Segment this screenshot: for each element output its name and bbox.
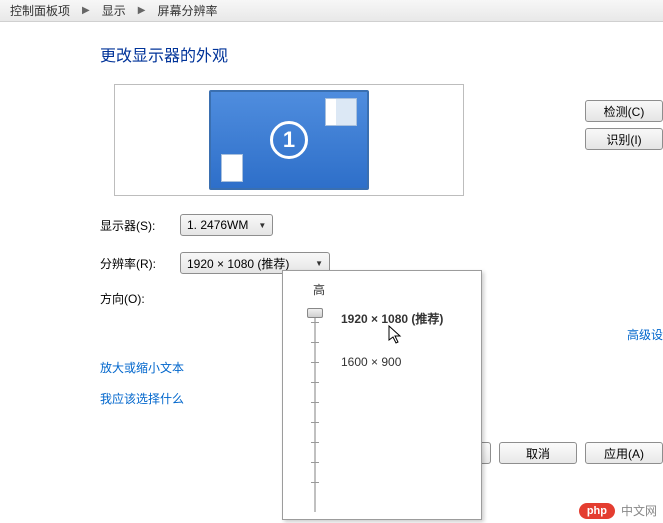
cursor-icon xyxy=(388,325,404,348)
breadcrumb-item[interactable]: 屏幕分辨率 xyxy=(151,2,223,19)
resolution-select-value: 1920 × 1080 (推荐) xyxy=(187,255,289,272)
window-icon xyxy=(221,154,243,182)
page-title: 更改显示器的外观 xyxy=(100,42,663,66)
monitor-select[interactable]: 1. 2476WM ▼ xyxy=(180,214,273,236)
chevron-right-icon: ▶ xyxy=(76,5,96,16)
window-icon xyxy=(325,98,357,126)
cancel-button[interactable]: 取消 xyxy=(499,442,577,464)
resolution-dropdown-panel: 高 1920 × 1080 (推荐) 1600 × 900 xyxy=(282,270,482,520)
breadcrumb-item[interactable]: 显示 xyxy=(96,2,132,19)
monitor-display[interactable]: 1 xyxy=(209,90,369,190)
detect-button[interactable]: 检测(C) xyxy=(585,100,663,122)
monitor-preview-area[interactable]: 1 xyxy=(114,84,464,196)
apply-button[interactable]: 应用(A) xyxy=(585,442,663,464)
watermark-text: 中文网 xyxy=(621,502,657,519)
resolution-option[interactable]: 1600 × 900 xyxy=(341,353,443,371)
chevron-down-icon: ▼ xyxy=(315,259,323,268)
slider-high-label: 高 xyxy=(313,281,469,298)
watermark: php 中文网 xyxy=(579,502,657,519)
chevron-right-icon: ▶ xyxy=(132,5,152,16)
breadcrumb: 控制面板项 ▶ 显示 ▶ 屏幕分辨率 xyxy=(0,0,663,22)
monitor-select-value: 1. 2476WM xyxy=(187,218,248,232)
resolution-label: 分辨率(R): xyxy=(100,255,180,272)
advanced-settings-link[interactable]: 高级设 xyxy=(627,326,663,343)
identify-button[interactable]: 识别(I) xyxy=(585,128,663,150)
resolution-slider[interactable] xyxy=(305,302,325,512)
orientation-label: 方向(O): xyxy=(100,290,180,307)
chevron-down-icon: ▼ xyxy=(258,221,266,230)
breadcrumb-item[interactable]: 控制面板项 xyxy=(4,2,76,19)
monitor-number: 1 xyxy=(270,121,308,159)
watermark-badge: php xyxy=(579,503,615,519)
slider-thumb[interactable] xyxy=(307,308,323,318)
monitor-label: 显示器(S): xyxy=(100,217,180,234)
